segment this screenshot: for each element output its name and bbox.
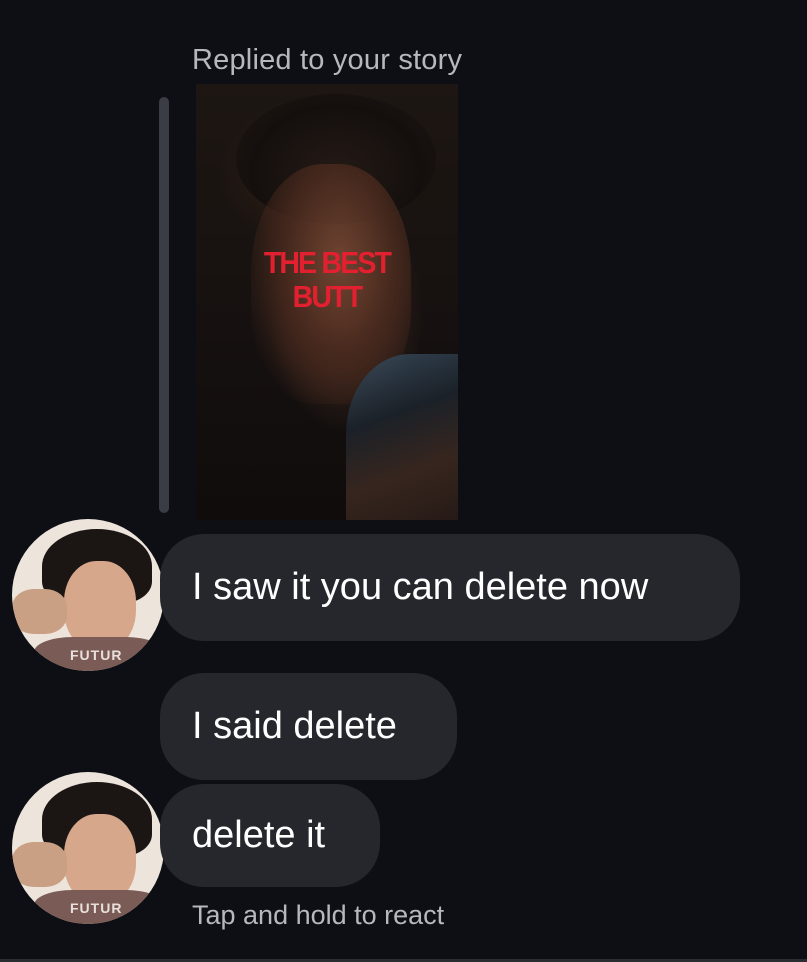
story-caption: THE BEST BUTT xyxy=(258,246,396,314)
avatar-shirt-text: FUTUR xyxy=(70,647,123,663)
avatar[interactable]: FUTUR xyxy=(12,772,164,924)
message-bubble[interactable]: delete it xyxy=(160,784,380,887)
avatar-shirt-text: FUTUR xyxy=(70,900,123,916)
reply-quote-bar xyxy=(159,97,169,513)
story-caption-line1: THE BEST xyxy=(263,245,392,280)
avatar[interactable]: FUTUR xyxy=(12,519,164,671)
avatar-arm xyxy=(12,842,67,887)
story-caption-line2: BUTT xyxy=(292,279,364,314)
story-thumbnail[interactable]: THE BEST BUTT xyxy=(196,84,458,520)
message-bubble[interactable]: I said delete xyxy=(160,673,457,780)
message-text: delete it xyxy=(192,814,326,856)
avatar-arm xyxy=(12,589,67,634)
message-text: I said delete xyxy=(192,705,397,747)
message-bubble[interactable]: I saw it you can delete now xyxy=(160,534,740,641)
reply-header: Replied to your story xyxy=(192,44,463,76)
story-shoulder xyxy=(346,354,458,520)
react-hint: Tap and hold to react xyxy=(192,900,445,930)
message-text: I saw it you can delete now xyxy=(192,566,649,608)
